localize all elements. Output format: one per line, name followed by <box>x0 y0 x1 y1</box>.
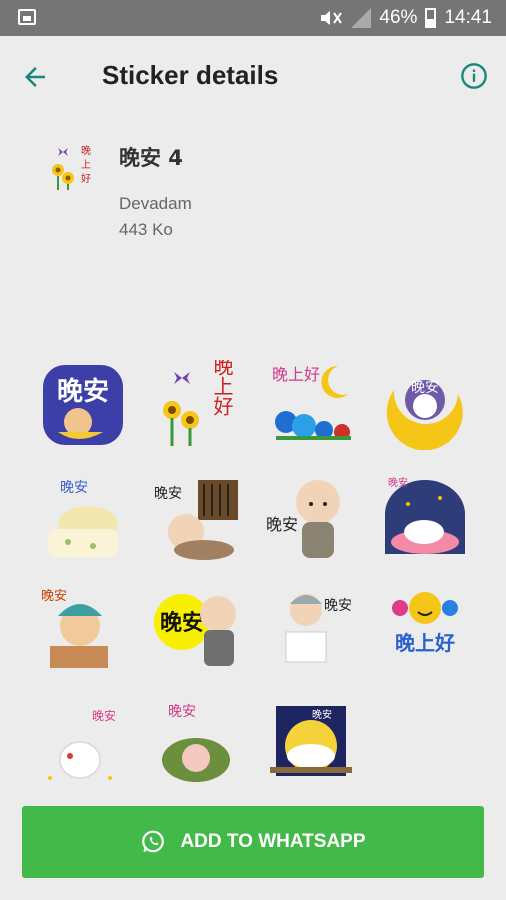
sticker-text: 晚安 <box>411 380 439 396</box>
sticker-text: 晚安 <box>266 515 298 534</box>
sticker-15[interactable]: 晚安 <box>266 700 356 790</box>
sticker-text: 晚上好 <box>210 360 234 416</box>
sticker-8[interactable]: 晚安 <box>380 474 470 564</box>
pack-thumbnail: 晚 上 好 <box>52 145 91 190</box>
sticker-text: 晚安 <box>168 704 196 720</box>
sticker-text: 晚安 <box>324 598 352 614</box>
sticker-text: 晚安 <box>312 708 332 721</box>
back-arrow-icon[interactable] <box>20 62 50 92</box>
status-bar: 46% 14:41 <box>0 0 506 36</box>
battery-icon <box>425 8 437 28</box>
pack-size: 443 Ko <box>119 220 173 239</box>
signal-icon <box>351 8 372 28</box>
pack-name: 晚安 4 <box>119 146 183 170</box>
sticker-text: 晚安 <box>388 476 408 489</box>
sticker-5[interactable]: 晚安 <box>38 474 128 564</box>
svg-text:晚: 晚 <box>81 145 91 157</box>
sticker-text: 晚安 <box>60 480 88 496</box>
sticker-text: 晚上好 <box>395 631 455 655</box>
sticker-7[interactable]: 晚安 <box>266 474 356 564</box>
sticker-14[interactable]: 晚安 <box>152 700 242 790</box>
page-title: Sticker details <box>102 60 279 90</box>
mute-icon <box>319 8 343 28</box>
sticker-2[interactable]: 晚上好 <box>152 360 242 450</box>
gallery-icon <box>18 9 36 25</box>
info-icon[interactable] <box>460 62 488 90</box>
svg-text:上: 上 <box>81 159 91 171</box>
sticker-text: 晚安 <box>57 377 109 407</box>
sticker-9[interactable]: 晚安 <box>38 586 128 676</box>
sticker-12[interactable]: 晚上好 <box>380 586 470 676</box>
sticker-3[interactable]: 晚上好 <box>266 360 356 450</box>
sticker-text: 晚安 <box>154 486 182 502</box>
sticker-text: 晚安 <box>160 610 204 636</box>
sticker-1[interactable]: 晚安 <box>38 360 128 450</box>
app-bar: Sticker details <box>0 36 506 120</box>
battery-percent: 46% <box>379 7 418 28</box>
pack-author: Devadam <box>119 194 192 213</box>
add-button-label: ADD TO WHATSAPP <box>180 831 366 852</box>
sticker-11[interactable]: 晚安 <box>266 586 356 676</box>
sticker-13[interactable]: 晚安 <box>38 700 128 790</box>
whatsapp-icon <box>142 830 165 853</box>
sticker-6[interactable]: 晚安 <box>152 474 242 564</box>
sticker-4[interactable]: 晚安 <box>380 360 470 450</box>
sticker-10[interactable]: 晚安 <box>152 586 242 676</box>
pack-header: 晚 上 好 晚安 4 Devadam 443 Ko <box>0 130 506 270</box>
add-to-whatsapp-button[interactable]: ADD TO WHATSAPP <box>22 806 484 878</box>
sticker-text: 晚上好 <box>272 365 320 384</box>
sticker-text: 晚安 <box>41 589 67 604</box>
clock: 14:41 <box>444 7 492 28</box>
sticker-text: 晚安 <box>92 708 116 723</box>
svg-text:好: 好 <box>81 173 91 185</box>
